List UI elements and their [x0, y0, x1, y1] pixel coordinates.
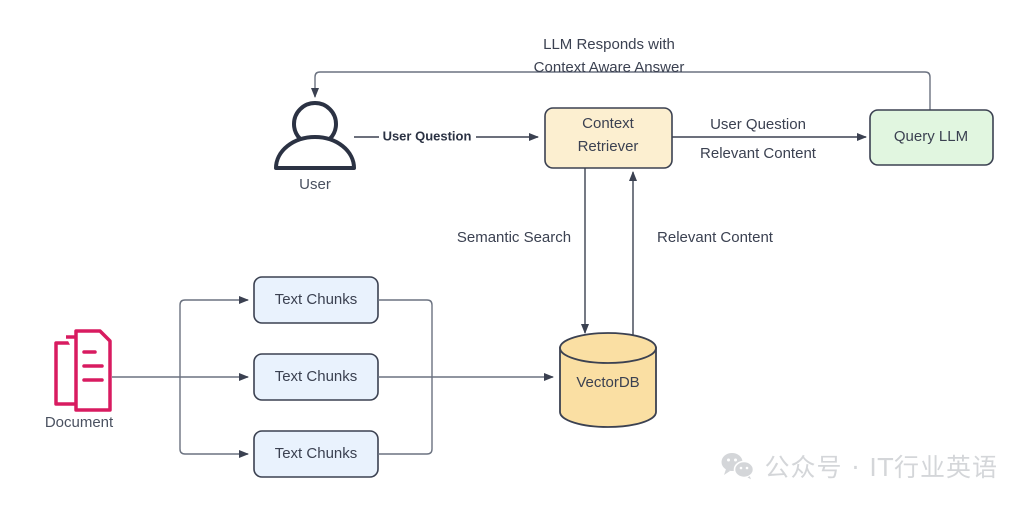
- edge-chunks-to-vectordb: [378, 299, 554, 455]
- text-chunk-2-label: Text Chunks: [275, 368, 358, 385]
- text-chunk-3-label: Text Chunks: [275, 445, 358, 462]
- edge-label-semantic-search: Semantic Search: [457, 229, 571, 246]
- edge-label-llm-responds-line1: LLM Responds with: [543, 36, 675, 53]
- watermark: 公众号 · IT行业英语: [721, 448, 999, 484]
- node-text-chunk-1[interactable]: Text Chunks: [253, 276, 379, 324]
- node-text-chunk-2[interactable]: Text Chunks: [253, 353, 379, 401]
- edge-label-relevant-content-middle: Relevant Content: [657, 229, 774, 246]
- query-llm-label: Query LLM: [894, 128, 968, 145]
- rag-flow-diagram: LLM Responds with Context Aware Answer U…: [45, 36, 994, 478]
- edge-llm-to-user: [311, 71, 931, 110]
- diagram-canvas: LLM Responds with Context Aware Answer U…: [0, 0, 1024, 508]
- node-vector-db[interactable]: VectorDB: [559, 332, 657, 428]
- edge-document-fanout: [112, 296, 249, 458]
- context-retriever-label-line2: Retriever: [578, 138, 639, 155]
- context-retriever-label-line1: Context: [582, 115, 635, 132]
- edge-label-llm-responds-line2: Context Aware Answer: [534, 59, 685, 76]
- edge-label-user-question-right: User Question: [710, 116, 806, 133]
- edge-label-relevant-content-right: Relevant Content: [700, 145, 817, 162]
- node-context-retriever[interactable]: Context Retriever: [544, 107, 673, 169]
- vector-db-label: VectorDB: [576, 374, 639, 391]
- document-label: Document: [45, 414, 114, 431]
- text-chunk-1-label: Text Chunks: [275, 291, 358, 308]
- user-person-icon: [274, 101, 356, 170]
- node-text-chunk-3[interactable]: Text Chunks: [253, 430, 379, 478]
- edge-label-user-question: User Question: [383, 128, 472, 143]
- user-label: User: [299, 176, 331, 193]
- watermark-text: 公众号 · IT行业英语: [764, 453, 998, 482]
- node-query-llm[interactable]: Query LLM: [869, 109, 994, 166]
- wechat-icon: [721, 453, 754, 481]
- document-stack-icon: [54, 329, 112, 412]
